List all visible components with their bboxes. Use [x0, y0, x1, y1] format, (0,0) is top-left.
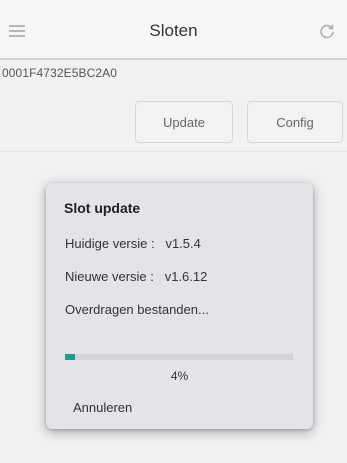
divider	[0, 151, 347, 152]
slot-update-dialog: Slot update Huidige versie : v1.5.4 Nieu…	[46, 183, 313, 429]
refresh-icon[interactable]	[319, 23, 335, 39]
app-bar: Sloten	[0, 0, 347, 60]
update-button[interactable]: Update	[135, 101, 233, 143]
new-version-label: Nieuwe versie :	[65, 269, 154, 284]
current-version-value: v1.5.4	[165, 236, 201, 251]
new-version-value: v1.6.12	[164, 269, 208, 284]
cancel-button[interactable]: Annuleren	[73, 400, 132, 415]
current-version-label: Huidige versie :	[65, 236, 155, 251]
progress-percent: 4%	[170, 369, 189, 383]
dialog-title: Slot update	[64, 200, 141, 216]
config-button[interactable]: Config	[247, 101, 343, 143]
progress-bar	[65, 354, 293, 360]
device-id: 0001F4732E5BC2A0	[2, 66, 118, 80]
page-title: Sloten	[149, 21, 198, 40]
new-version-row: Nieuwe versie : v1.6.12	[65, 269, 207, 284]
progress-fill	[65, 354, 75, 360]
current-version-row: Huidige versie : v1.5.4	[65, 236, 201, 251]
transfer-status: Overdragen bestanden...	[65, 302, 209, 317]
